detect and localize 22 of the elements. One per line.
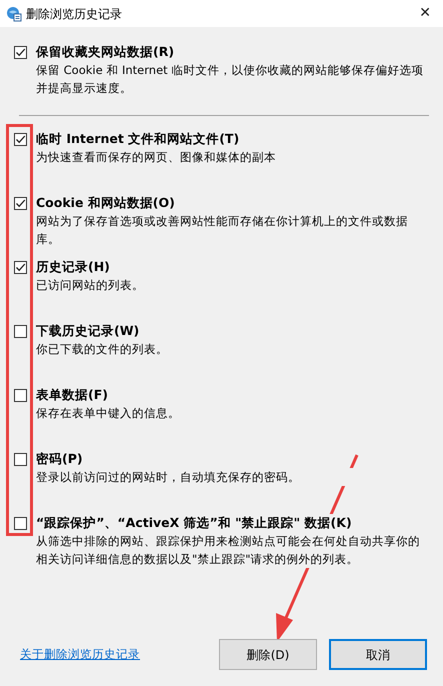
option-label: 历史记录(H) [36,258,110,276]
app-icon [6,6,22,22]
dialog-button[interactable]: 删除(D) [219,639,317,670]
checkbox[interactable] [14,46,27,58]
option-label: Cookie 和网站数据(O) [36,194,175,212]
option-label: 临时 Internet 文件和网站文件(T) [36,130,240,148]
dialog-button[interactable]: 取消 [329,639,427,670]
window-title: 删除浏览历史记录 [26,6,122,22]
option-label: 表单数据(F) [36,386,108,404]
help-link[interactable]: 关于删除浏览历史记录 [20,646,140,664]
checkbox[interactable] [14,452,27,466]
checkbox[interactable] [14,388,27,402]
close-button[interactable]: ✕ [419,3,431,24]
checkbox[interactable] [14,260,27,274]
option-label: “跟踪保护”、“ActiveX 筛选”和 "禁止跟踪" 数据(K) [36,514,352,532]
checkbox[interactable] [14,196,27,210]
checkbox[interactable] [14,132,27,146]
checkbox[interactable] [14,516,27,530]
checkbox[interactable] [14,324,27,338]
option-label: 下载历史记录(W) [36,322,140,340]
option-label: 密码(P) [36,450,83,468]
option-label: 保留收藏夹网站数据(R) [36,43,174,61]
